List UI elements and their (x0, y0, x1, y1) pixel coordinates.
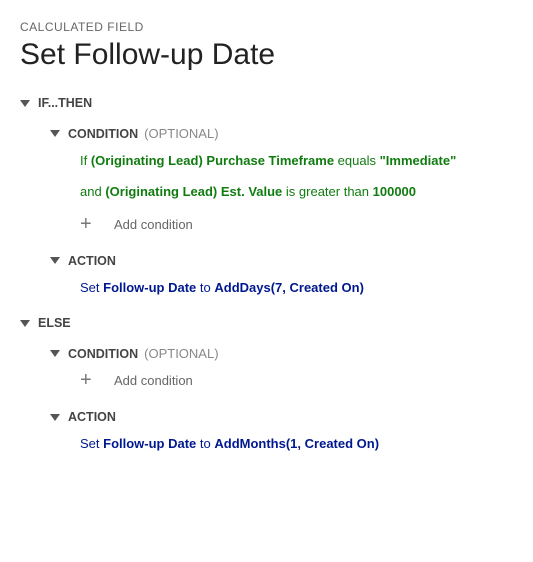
action-to: to (196, 280, 214, 295)
plus-icon: + (80, 213, 94, 236)
caret-down-icon (50, 350, 60, 357)
else-condition-header[interactable]: CONDITION (OPTIONAL) (50, 346, 513, 361)
cond1-field: (Originating Lead) Purchase Timeframe (91, 153, 334, 168)
condition-optional: (OPTIONAL) (144, 126, 218, 141)
else-action-func: AddMonths(1, Created On) (214, 436, 379, 451)
else-action-field: Follow-up Date (103, 436, 196, 451)
action-func: AddDays(7, Created On) (214, 280, 364, 295)
action-set: Set (80, 280, 103, 295)
else-add-condition-label: Add condition (114, 373, 193, 388)
ifthen-action-header[interactable]: ACTION (50, 254, 513, 268)
else-condition-optional: (OPTIONAL) (144, 346, 218, 361)
ifthen-label: IF...THEN (38, 96, 92, 110)
cond1-value: "Immediate" (380, 153, 457, 168)
cond2-field: (Originating Lead) Est. Value (105, 184, 282, 199)
ifthen-header[interactable]: IF...THEN (20, 96, 513, 110)
cond1-op: equals (334, 153, 380, 168)
else-label: ELSE (38, 316, 71, 330)
else-action-label: ACTION (68, 410, 116, 424)
condition-line-2[interactable]: and (Originating Lead) Est. Value is gre… (80, 182, 513, 203)
else-action-to: to (196, 436, 214, 451)
caret-down-icon (50, 414, 60, 421)
page-title: Set Follow-up Date (20, 38, 513, 72)
add-condition-label: Add condition (114, 217, 193, 232)
ifthen-action-line[interactable]: Set Follow-up Date to AddDays(7, Created… (80, 278, 513, 299)
ifthen-condition-header[interactable]: CONDITION (OPTIONAL) (50, 126, 513, 141)
else-add-condition-button[interactable]: + Add condition (80, 369, 513, 392)
cond2-value: 100000 (373, 184, 416, 199)
cond1-prefix: If (80, 153, 91, 168)
else-action-set: Set (80, 436, 103, 451)
caret-down-icon (20, 100, 30, 107)
else-header[interactable]: ELSE (20, 316, 513, 330)
add-condition-button[interactable]: + Add condition (80, 213, 513, 236)
cond2-op: is greater than (282, 184, 372, 199)
plus-icon: + (80, 369, 94, 392)
caret-down-icon (50, 257, 60, 264)
else-action-header[interactable]: ACTION (50, 410, 513, 424)
action-field: Follow-up Date (103, 280, 196, 295)
cond2-prefix: and (80, 184, 105, 199)
caret-down-icon (50, 130, 60, 137)
else-action-line[interactable]: Set Follow-up Date to AddMonths(1, Creat… (80, 434, 513, 455)
caret-down-icon (20, 320, 30, 327)
eyebrow-label: CALCULATED FIELD (20, 20, 513, 34)
condition-line-1[interactable]: If (Originating Lead) Purchase Timeframe… (80, 151, 513, 172)
action-label: ACTION (68, 254, 116, 268)
condition-label: CONDITION (68, 127, 138, 141)
else-condition-label: CONDITION (68, 347, 138, 361)
